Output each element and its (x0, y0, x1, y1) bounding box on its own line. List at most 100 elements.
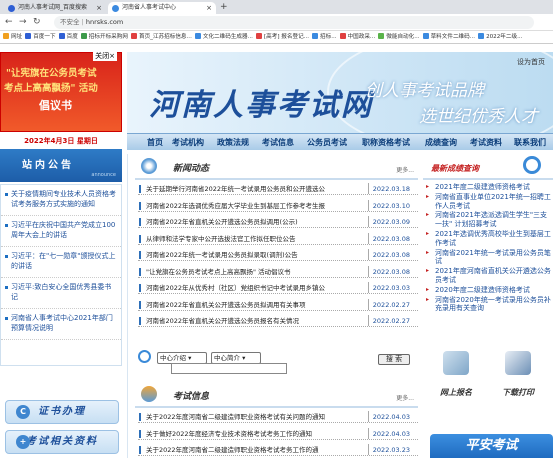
back-arrow-icon[interactable]: ← (5, 16, 13, 29)
news-row[interactable]: 河南省2022年省直机关公开遴选公务员报名有关情况 2022.02.27 (138, 315, 418, 327)
score-query-item[interactable]: 2021年选调优秀高校毕业生到基层工作考试 (423, 230, 553, 248)
nav-home[interactable]: 首页 (147, 134, 163, 151)
bookmark-favicon-icon (130, 33, 137, 39)
news-row[interactable]: 从律师和法学专家中公开选拔法官工作拟任职位公告 2022.03.08 (138, 232, 418, 245)
nav-contact[interactable]: 联系我们 (514, 134, 546, 151)
bookmark-item[interactable]: 招标开标采购网 (80, 31, 128, 43)
notice-item[interactable]: 关于疫情期间专业技术人员资格考试考务服务方式实施的通知 (1, 185, 121, 216)
news-row[interactable]: 关于延期举行河南省2022年统一考试录用公务员和公开遴选公 2022.03.18 (138, 183, 418, 195)
nav-exam-info[interactable]: 考试信息 (262, 134, 294, 151)
bookmark-item[interactable]: 百度 (58, 31, 78, 43)
score-query-title: 最新成绩查询 (431, 164, 479, 173)
site-banner: 河南人事考试网 创人事考试品牌 选世纪优秀人才 设为首页 (127, 44, 553, 152)
online-apply-button[interactable]: 网上报名 (427, 349, 485, 405)
set-homepage-link[interactable]: 设为首页 (517, 57, 545, 67)
row-marker-icon (139, 234, 141, 243)
news-row-date: 2022.03.03 (367, 282, 410, 293)
quick-links: 网上报名 下载打印 (423, 349, 553, 409)
exam-materials-button[interactable]: + 考试相关资料 (5, 430, 119, 454)
score-query-item[interactable]: 河南省2020年统一考试录用公务员补充录用有关查询 (423, 296, 553, 314)
bookmark-item[interactable]: 中国政采... (339, 31, 375, 43)
bookmark-item[interactable]: 草料文件二维码... (422, 31, 475, 43)
search-button[interactable]: 搜 索 (378, 354, 410, 365)
ad-line-1: "让宪旗在公务员考试 (6, 68, 97, 79)
bookmark-item[interactable]: 微能自动化... (378, 31, 420, 43)
download-print-button[interactable]: 下载打印 (489, 349, 547, 405)
left-promo-ad[interactable]: 关闭× "让宪旗在公务员考试 考点上高高飘扬" 活动 倡议书 (0, 51, 122, 132)
safe-exam-banner[interactable]: 平安考试 (430, 434, 553, 458)
new-tab-button[interactable]: + (220, 2, 228, 13)
forward-arrow-icon[interactable]: → (19, 16, 27, 29)
news-row[interactable]: 河南省2022年从优秀村（社区）党组织书记中考试录用乡镇公 2022.03.03 (138, 282, 418, 294)
url-text: hnrsks.com (85, 18, 124, 26)
notice-item[interactable]: 习近平在庆祝中国共产党成立100周年大会上的讲话 (1, 216, 121, 247)
notice-item[interactable]: 习近平：在"七一勋章"颁授仪式上的讲话 (1, 247, 121, 278)
bookmark-label: 2022年二级... (486, 34, 523, 40)
news-row[interactable]: "让党旗在公务员考试考点上高高飘扬" 活动倡议书 2022.03.08 (138, 265, 418, 278)
bookmarks-bar: 网址 百度一下 百度 招标开标采购网 首页_江苏招标信息... 文化二维码生成器... [高… (0, 31, 553, 44)
reload-icon[interactable]: ↻ (33, 16, 41, 29)
news-row[interactable]: 河南省2022年省直机关公开遴选公务员拟调用(公示) 2022.03.09 (138, 216, 418, 228)
url-input[interactable]: 不安全 | hnrsks.com (54, 16, 534, 29)
news-more-link[interactable]: 更多... (396, 165, 414, 174)
exam-row-date: 2022.04.03 (367, 427, 410, 439)
news-row[interactable]: 河南省2022年统一考试录用公务员拟录取(调剂)公告 2022.03.08 (138, 249, 418, 261)
news-row-date: 2022.03.10 (367, 199, 410, 211)
nav-qualification[interactable]: 职称资格考试 (362, 134, 410, 151)
ad-close-button[interactable]: 关闭× (93, 51, 117, 61)
bookmark-item[interactable]: 首页_江苏招标信息... (130, 31, 192, 43)
news-row[interactable]: 河南省2022年选调优秀应届大学毕业生到基层工作参考考生报 2022.03.10 (138, 199, 418, 212)
bookmark-item[interactable]: [高考] 报名登记... (255, 31, 309, 43)
exam-row[interactable]: 关于2022年度河南省二级建造师职业资格考试有关问题的通知 2022.04.03 (138, 411, 418, 423)
nav-score-query[interactable]: 成绩查询 (425, 134, 457, 151)
news-row-title[interactable]: 河南省2022年选调优秀应届大学毕业生到基层工作参考考生报 (146, 200, 368, 211)
column-divider (127, 154, 128, 458)
news-row-title[interactable]: "让党旗在公务员考试考点上高高飘扬" 活动倡议书 (146, 266, 368, 277)
certificate-button[interactable]: C 证书办理 (5, 400, 119, 424)
exam-row[interactable]: 关于做好2022年度经济专业技术资格考试考务工作的通知 2022.04.03 (138, 427, 418, 440)
tab-close-icon[interactable]: × (206, 2, 212, 14)
exam-row-title[interactable]: 关于2022年度河南省二级建造师职业资格考试考务工作的通 (146, 444, 368, 455)
bookmark-item[interactable]: 招标... (312, 31, 337, 43)
score-query-item[interactable]: 河南省2021年统一考试录用公务员笔试 (423, 249, 553, 267)
bookmark-item[interactable]: 2022年二级... (478, 31, 523, 43)
tab-close-icon[interactable]: × (96, 2, 102, 14)
score-query-item[interactable]: 2021年度河南省直机关公开遴选公务员考试 (423, 267, 553, 285)
site-title-logo[interactable]: 河南人事考试网 (149, 80, 373, 124)
news-row-title[interactable]: 河南省2022年统一考试录用公务员拟录取(调剂)公告 (146, 249, 368, 260)
news-row-title[interactable]: 关于延期举行河南省2022年统一考试录用公务员和公开遴选公 (146, 183, 368, 194)
exam-more-link[interactable]: 更多... (396, 393, 414, 402)
bookmark-item[interactable]: 文化二维码生成器... (194, 31, 253, 43)
news-row-title[interactable]: 河南省2022年省直机关公开遴选公务员拟调用有关事项 (146, 299, 368, 310)
score-query-item[interactable]: 河南省2021年选派选调生学生"三支一扶" 计划招募考试 (423, 211, 553, 229)
bookmark-label: 文化二维码生成器... (202, 34, 253, 40)
news-row-title[interactable]: 河南省2022年从优秀村（社区）党组织书记中考试录用乡镇公 (146, 282, 368, 293)
notice-item[interactable]: 习近平:致白安心全国优秀县委书记 (1, 278, 121, 309)
nav-exam-agencies[interactable]: 考试机构 (172, 134, 204, 151)
exam-row[interactable]: 关于2022年度河南省二级建造师职业资格考试考务工作的通 2022.03.23 (138, 444, 418, 456)
bookmark-item[interactable]: 百度一下 (25, 31, 56, 43)
row-marker-icon (139, 201, 141, 210)
browser-tab-active[interactable]: 河南省人事考试中心 × (108, 2, 216, 14)
nav-exam-materials[interactable]: 考试资料 (470, 134, 502, 151)
browser-tab-baidu[interactable]: 河南人事考试网_百度搜索 × (4, 2, 106, 14)
nav-civil-service[interactable]: 公务员考试 (307, 134, 347, 151)
news-row-title[interactable]: 河南省2022年省直机关公开遴选公务员报名有关情况 (146, 315, 368, 326)
bookmark-item[interactable]: 网址 (3, 31, 22, 43)
bookmark-label: 百度 (66, 34, 78, 40)
exam-row-title[interactable]: 关于做好2022年度经济专业技术资格考试考务工作的通知 (146, 428, 368, 439)
score-query-item[interactable]: 2021年度二级建造师资格考试 (423, 183, 553, 192)
notice-item[interactable]: 河南省人事考试中心2021年部门预算情况说明 (1, 309, 121, 340)
search-input[interactable] (171, 363, 287, 374)
exam-row-title[interactable]: 关于2022年度河南省二级建造师职业资格考试有关问题的通知 (146, 411, 368, 422)
nav-policies[interactable]: 政策法规 (217, 134, 249, 151)
news-row[interactable]: 河南省2022年省直机关公开遴选公务员拟调用有关事项 2022.02.27 (138, 298, 418, 311)
online-apply-label: 网上报名 (440, 388, 472, 397)
notice-header: 站内公告 announce (0, 149, 122, 182)
row-marker-icon (139, 218, 141, 226)
news-row-title[interactable]: 从律师和法学专家中公开选拔法官工作拟任职位公告 (146, 233, 368, 244)
news-title: 新闻动态 (173, 164, 210, 174)
news-row-title[interactable]: 河南省2022年省直机关公开遴选公务员拟调用(公示) (146, 216, 368, 227)
score-query-item[interactable]: 河南省直事业单位2021年统一招聘工作人员考试 (423, 193, 553, 211)
score-query-item[interactable]: 2020年度二级建造师资格考试 (423, 286, 553, 295)
